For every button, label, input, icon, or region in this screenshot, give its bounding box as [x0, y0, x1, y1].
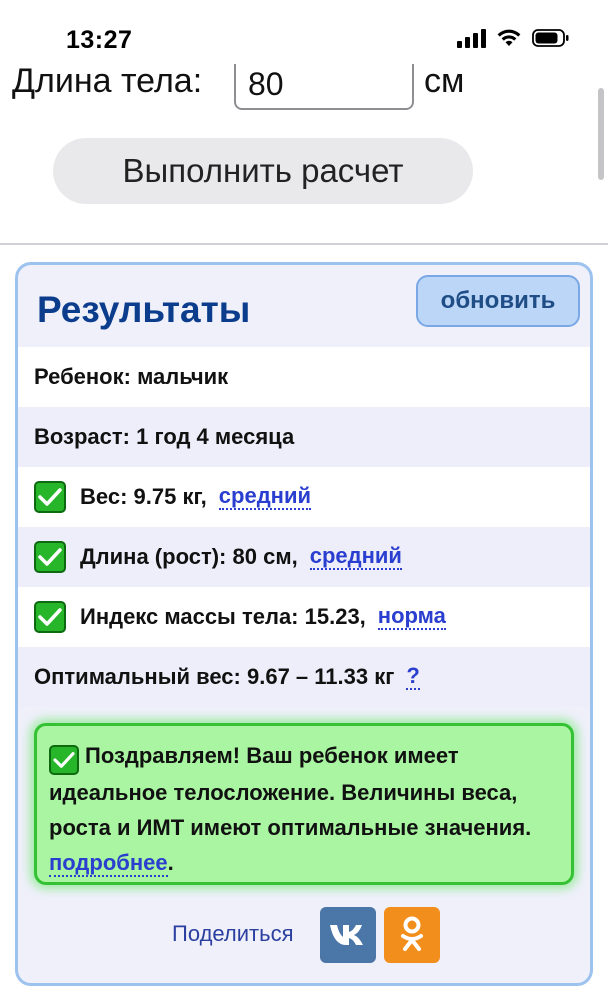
result-row-weight: Вес: 9.75 кг, средний [18, 467, 590, 527]
status-bar: 13:27 [0, 0, 608, 64]
divider [0, 243, 608, 245]
age-text: Возраст: 1 год 4 месяца [34, 424, 295, 449]
length-assessment-link[interactable]: средний [309, 544, 402, 570]
result-row-child: Ребенок: мальчик [18, 347, 590, 407]
result-row-length: Длина (рост): 80 см, средний [18, 527, 590, 587]
status-icons [457, 28, 570, 48]
checkmark-icon [49, 745, 79, 775]
result-row-optimal-weight: Оптимальный вес: 9.67 – 11.33 кг ? [18, 647, 590, 707]
weight-text: Вес: 9.75 кг, [80, 484, 207, 509]
scrollbar[interactable] [598, 88, 604, 180]
bmi-text: Индекс массы тела: 15.23, [80, 604, 366, 629]
battery-icon [532, 28, 570, 48]
checkmark-icon [34, 601, 66, 633]
optimal-weight-help-link[interactable]: ? [406, 664, 420, 690]
congrats-text: Поздравляем! Ваш ребенок имеет идеальное… [49, 743, 532, 840]
status-time: 13:27 [66, 26, 133, 54]
optimal-weight-text: Оптимальный вес: 9.67 – 11.33 кг [34, 664, 395, 689]
result-row-bmi: Индекс массы тела: 15.23, норма [18, 587, 590, 647]
wifi-icon [496, 28, 522, 48]
results-title: Результаты [37, 289, 251, 330]
vk-icon [330, 925, 363, 945]
odnoklassniki-share-button[interactable] [384, 907, 440, 963]
length-text: Длина (рост): 80 см, [80, 544, 298, 569]
refresh-button[interactable]: обновить [416, 275, 580, 327]
details-link[interactable]: подробнее [49, 850, 168, 877]
share-label: Поделиться [172, 921, 294, 946]
child-sex-text: Ребенок: мальчик [34, 364, 229, 389]
results-header: Результаты обновить [18, 265, 590, 347]
calculate-button[interactable]: Выполнить расчет [53, 138, 473, 204]
cellular-signal-icon [457, 28, 486, 48]
congrats-box: Поздравляем! Ваш ребенок имеет идеальное… [34, 723, 574, 885]
length-unit: см [424, 62, 465, 100]
checkmark-icon [34, 481, 66, 513]
vk-share-button[interactable] [320, 907, 376, 963]
results-card: Результаты обновить Ребенок: мальчик Воз… [15, 262, 593, 986]
bmi-assessment-link[interactable]: норма [377, 604, 446, 630]
length-label: Длина тела: [12, 62, 203, 100]
share-row: Поделиться [18, 905, 590, 965]
checkmark-icon [34, 541, 66, 573]
result-row-age: Возраст: 1 год 4 месяца [18, 407, 590, 467]
weight-assessment-link[interactable]: средний [218, 484, 312, 510]
odnoklassniki-icon [401, 916, 423, 951]
congrats-tail: . [167, 850, 174, 875]
